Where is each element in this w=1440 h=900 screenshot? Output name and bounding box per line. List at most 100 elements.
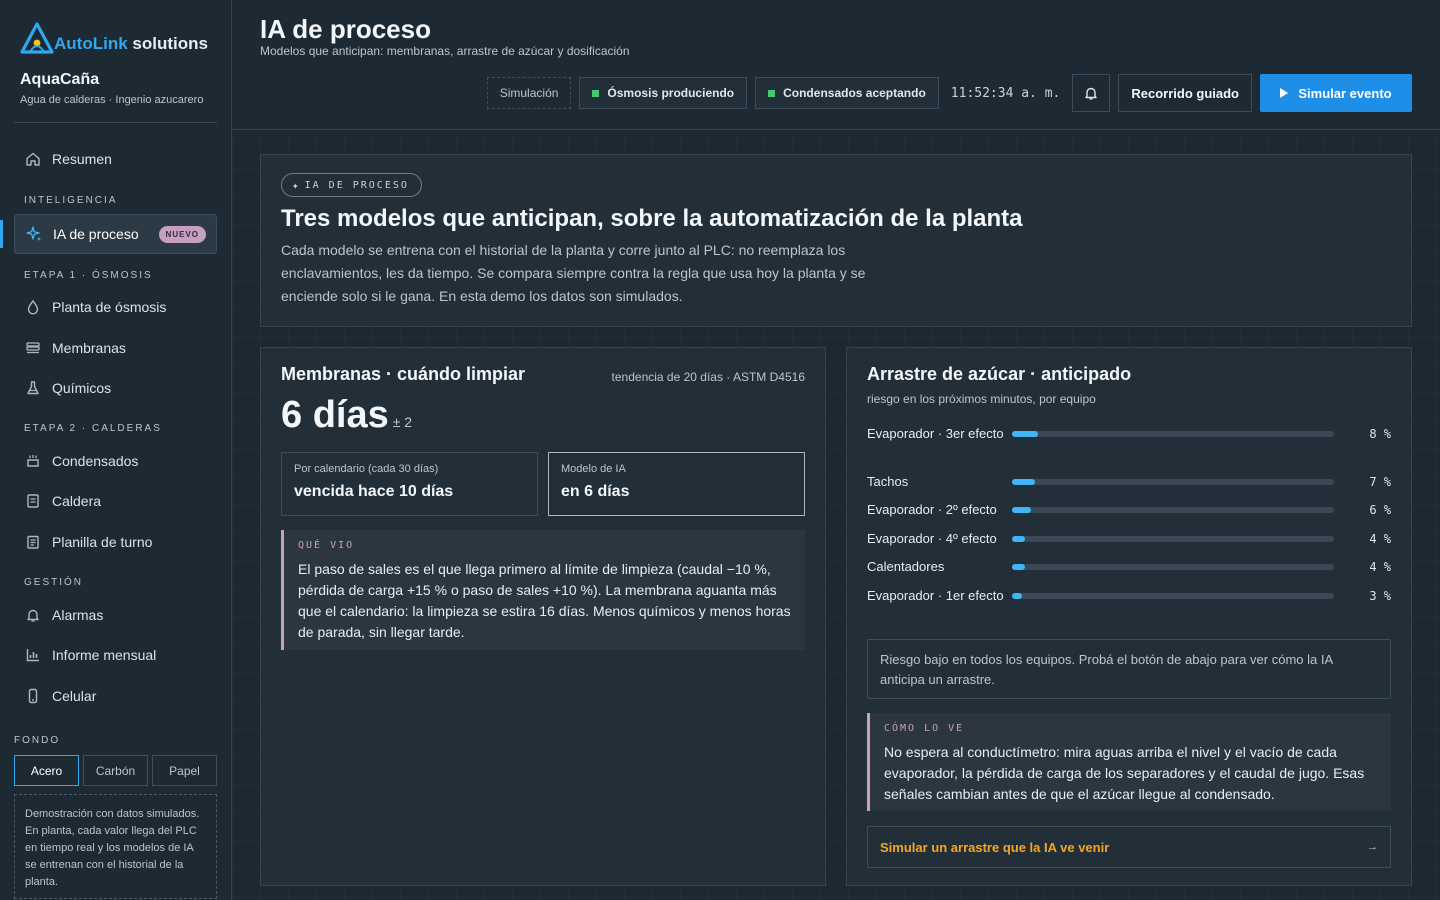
section-label-gestion: GESTIÓN: [24, 577, 84, 588]
theme-selector: Acero Carbón Papel: [14, 755, 217, 786]
theme-carbon-button[interactable]: Carbón: [83, 755, 148, 786]
insight-text: No espera al conductímetro: mira aguas a…: [884, 744, 1365, 802]
page-title: IA de proceso: [260, 14, 431, 44]
condensados-status-pill: Condensados aceptando: [755, 77, 939, 109]
section-label-etapa1: ETAPA 1 · ÓSMOSIS: [24, 270, 153, 281]
risk-track: [1012, 430, 1334, 437]
sidebar-item-ia-proceso[interactable]: IA de proceso NUEVO: [14, 214, 217, 254]
risk-track: [1012, 592, 1334, 599]
sidebar-item-condensados[interactable]: Condensados: [14, 441, 217, 481]
risk-fill: [1012, 592, 1022, 599]
brand-logo[interactable]: AutoLink solutions: [20, 22, 208, 54]
status-dot-icon: [768, 89, 776, 97]
section-label-etapa2: ETAPA 2 · CALDERAS: [24, 423, 162, 434]
simulation-badge: Simulación: [486, 77, 572, 109]
membranas-insight: QUÉ VIO El paso de sales es el que llega…: [281, 530, 805, 650]
sparkle-icon: ✦: [292, 178, 299, 192]
section-label-inteligencia: INTELIGENCIA: [24, 195, 118, 206]
hero-card: ✦ IA DE PROCESO Tres modelos que anticip…: [260, 154, 1412, 327]
equipment-name: Calentadores: [867, 559, 945, 574]
risk-fill: [1012, 478, 1035, 485]
sidebar-item-celular[interactable]: Celular: [14, 676, 217, 716]
ai-model-value: en 6 días: [561, 483, 630, 500]
insight-text: El paso de sales es el que llega primero…: [298, 561, 791, 640]
sidebar-item-quimicos[interactable]: Químicos: [14, 368, 217, 408]
sidebar: AutoLink solutions AquaCaña Agua de cald…: [0, 0, 232, 900]
bell-icon: [24, 606, 42, 624]
sidebar-item-resumen[interactable]: Resumen: [14, 139, 217, 179]
sidebar-item-membranas[interactable]: Membranas: [14, 328, 217, 368]
equipment-name: Evaporador · 1er efecto: [867, 588, 1004, 603]
ai-model-label: Modelo de IA: [561, 463, 626, 475]
flask-icon: [24, 379, 42, 397]
membranas-meta: tendencia de 20 días · ASTM D4516: [611, 370, 805, 384]
fondo-label: FONDO: [14, 735, 61, 746]
membranas-title: Membranas · cuándo limpiar: [281, 364, 526, 384]
theme-acero-button[interactable]: Acero: [14, 755, 79, 786]
days-value: 6 días: [281, 394, 389, 436]
sidebar-item-label: Caldera: [52, 493, 102, 509]
calendar-comparison-box: Por calendario (cada 30 días) vencida ha…: [281, 452, 538, 516]
sidebar-item-planta-osmosis[interactable]: Planta de ósmosis: [14, 287, 217, 327]
hero-title: Tres modelos que anticipan, sobre la aut…: [281, 205, 1023, 232]
boiler-icon: [24, 492, 42, 510]
guided-tour-button[interactable]: Recorrido guiado: [1118, 74, 1252, 112]
sidebar-item-label: Alarmas: [52, 607, 104, 623]
risk-track: [1012, 535, 1334, 542]
risk-fill: [1012, 563, 1025, 570]
insight-label: CÓMO LO VE: [884, 723, 965, 734]
sidebar-item-planilla[interactable]: Planilla de turno: [14, 522, 217, 562]
active-indicator: [0, 220, 3, 248]
sparkle-icon: [25, 225, 43, 243]
droplet-icon: [24, 298, 42, 316]
sidebar-item-label: Químicos: [52, 380, 112, 396]
layers-icon: [24, 339, 42, 357]
home-icon: [24, 150, 42, 168]
risk-row: Evaporador · 2º efecto 6 %: [867, 500, 1391, 519]
pot-icon: [24, 452, 42, 470]
simulate-event-button[interactable]: Simular evento: [1260, 74, 1412, 112]
bell-icon: [1085, 87, 1098, 100]
risk-track: [1012, 478, 1334, 485]
sidebar-item-label: Condensados: [52, 453, 139, 469]
theme-papel-button[interactable]: Papel: [152, 755, 217, 786]
days-uncertainty: ± 2: [392, 414, 413, 430]
risk-value: 7 %: [1369, 474, 1391, 489]
bar-chart-icon: [24, 646, 42, 664]
sidebar-item-informe[interactable]: Informe mensual: [14, 635, 217, 675]
play-icon: [1280, 88, 1289, 98]
risk-value: 8 %: [1369, 426, 1391, 441]
osmosis-status-text: Ósmosis produciendo: [607, 86, 735, 100]
risk-fill: [1012, 506, 1032, 513]
condensados-status-text: Condensados aceptando: [783, 86, 926, 100]
risk-row: Evaporador · 4º efecto 4 %: [867, 529, 1391, 548]
risk-row: Evaporador · 1er efecto 3 %: [867, 586, 1391, 605]
arrow-right-icon: →: [1367, 841, 1378, 853]
status-dot-icon: [592, 89, 600, 97]
sidebar-item-caldera[interactable]: Caldera: [14, 481, 217, 521]
simulate-event-label: Simular evento: [1298, 85, 1392, 101]
equipment-name: Evaporador · 4º efecto: [867, 531, 997, 546]
logo-autolink-text: AutoLink: [54, 34, 128, 53]
equipment-name: Tachos: [867, 474, 909, 489]
risk-row: Evaporador · 3er efecto 8 %: [867, 424, 1391, 443]
equipment-name: Evaporador · 3er efecto: [867, 426, 1004, 441]
arrastre-title: Arrastre de azúcar · anticipado: [867, 364, 1132, 384]
sidebar-item-label: Resumen: [52, 151, 112, 167]
toolbar: Simulación Ósmosis produciendo Condensad…: [486, 74, 1412, 112]
sidebar-item-label: Informe mensual: [52, 647, 157, 663]
arrastre-insight: CÓMO LO VE No espera al conductímetro: m…: [867, 713, 1391, 811]
risk-track: [1012, 506, 1334, 513]
simulate-carryover-button[interactable]: Simular un arrastre que la IA ve venir →: [867, 826, 1391, 868]
sidebar-item-alarmas[interactable]: Alarmas: [14, 595, 217, 635]
top-bar: IA de proceso Modelos que anticipan: mem…: [232, 0, 1440, 130]
phone-icon: [24, 687, 42, 705]
hero-description: Cada modelo se entrena con el historial …: [281, 242, 866, 304]
main-content: IA de proceso Modelos que anticipan: mem…: [232, 0, 1440, 900]
calendar-label: Por calendario (cada 30 días): [294, 463, 439, 475]
notifications-button[interactable]: [1072, 74, 1111, 112]
risk-value: 4 %: [1369, 531, 1391, 546]
membranas-card: Membranas · cuándo limpiar tendencia de …: [260, 347, 826, 886]
autolink-logo-icon: [20, 22, 54, 54]
risk-value: 3 %: [1369, 588, 1391, 603]
